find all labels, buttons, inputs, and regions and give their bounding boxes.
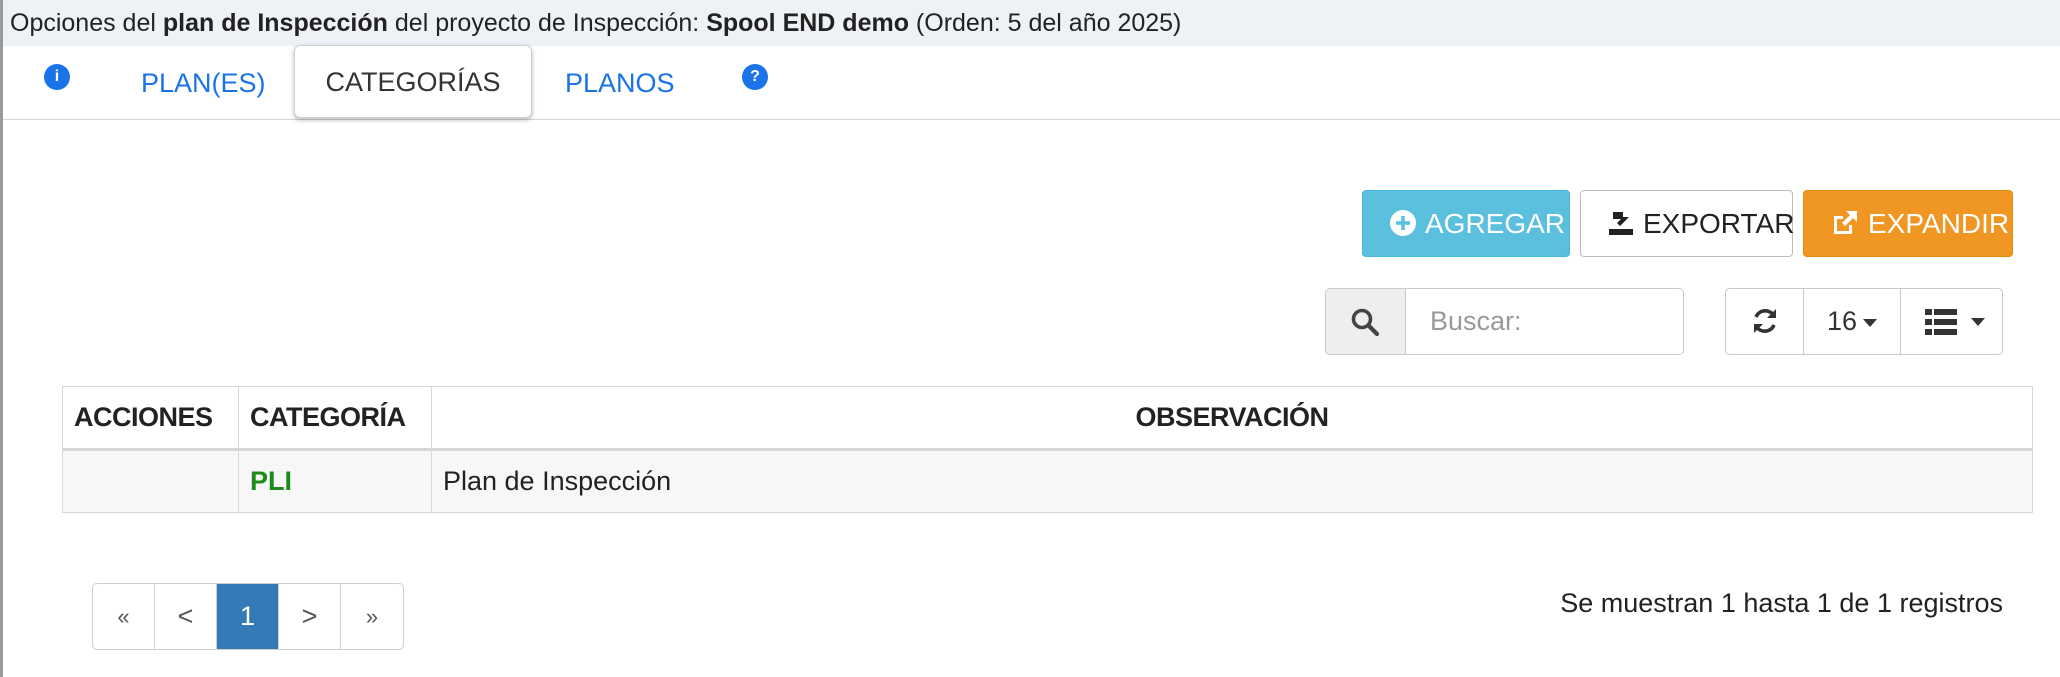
search-addon [1326, 289, 1406, 354]
tab-categories[interactable]: CATEGORÍAS [294, 45, 532, 118]
help-icon[interactable]: ? [742, 64, 768, 90]
first-page-button[interactable]: « [93, 584, 155, 649]
list-icon [1925, 309, 1957, 335]
export-button-label: EXPORTAR [1643, 208, 1795, 239]
tab-plans[interactable]: PLAN(ES) [141, 64, 266, 102]
records-summary: Se muestran 1 hasta 1 de 1 registros [1560, 588, 2003, 618]
chevron-down-icon [1863, 318, 1878, 327]
expand-button[interactable]: EXPANDIR [1803, 190, 2013, 257]
info-icon[interactable]: i [44, 64, 70, 90]
title-prefix: Opciones del [10, 9, 163, 37]
refresh-icon [1754, 309, 1776, 333]
prev-page-button[interactable]: < [155, 584, 217, 649]
cell-observation: Plan de Inspección [431, 449, 2033, 513]
page-title: Opciones del plan de Inspección del proy… [3, 0, 2060, 46]
refresh-button[interactable] [1726, 289, 1804, 354]
next-page-button[interactable]: > [279, 584, 341, 649]
chevron-down-icon [1971, 318, 1985, 326]
columns-dropdown[interactable] [1901, 289, 2002, 354]
column-header-observation[interactable]: OBSERVACIÓN [431, 386, 2033, 451]
search-input[interactable] [1406, 289, 1683, 354]
cell-actions [62, 449, 239, 513]
cell-category: PLI [238, 449, 432, 513]
title-middle: del proyecto de Inspección: [387, 9, 707, 37]
title-order: (Orden: 5 del año 2025) [908, 9, 1182, 37]
export-button[interactable]: EXPORTAR [1580, 190, 1795, 257]
last-page-button[interactable]: » [341, 584, 403, 649]
tab-drawings[interactable]: PLANOS [565, 64, 675, 102]
tab-bar: i PLAN(ES) CATEGORÍAS PLANOS ? [3, 45, 2060, 120]
add-button[interactable]: AGREGAR [1362, 190, 1570, 257]
column-header-actions[interactable]: ACCIONES [62, 386, 239, 451]
add-button-label: AGREGAR [1425, 208, 1566, 239]
plus-circle-icon [1390, 209, 1416, 236]
page-size-value: 16 [1826, 306, 1858, 336]
page-size-dropdown[interactable]: 16 [1804, 289, 1901, 354]
title-project-name: Spool END demo [706, 9, 909, 37]
external-link-icon [1834, 210, 1857, 234]
title-plan-name: plan de Inspección [162, 9, 388, 37]
table-row[interactable]: PLI Plan de Inspección [62, 449, 2033, 513]
search-group [1325, 288, 1684, 355]
table-tools: 16 [1725, 288, 2003, 355]
table-header-row: ACCIONES CATEGORÍA OBSERVACIÓN [62, 386, 2033, 451]
pagination: « < 1 > » [92, 583, 404, 650]
page-1-button[interactable]: 1 [217, 584, 279, 649]
expand-button-label: EXPANDIR [1868, 208, 2010, 239]
export-icon [1609, 211, 1633, 235]
categories-table: ACCIONES CATEGORÍA OBSERVACIÓN PLI Plan … [62, 386, 2033, 513]
column-header-category[interactable]: CATEGORÍA [238, 386, 432, 451]
search-icon [1351, 308, 1380, 337]
